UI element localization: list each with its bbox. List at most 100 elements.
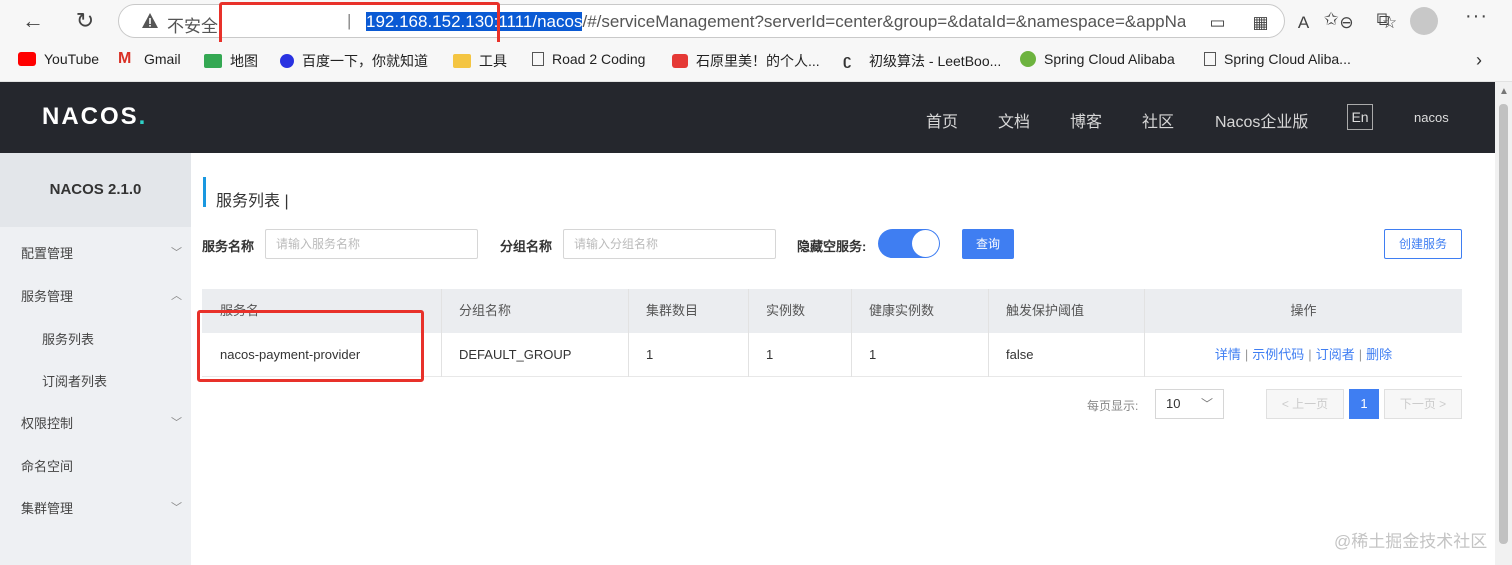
watermark: @稀土掘金技术社区 — [1334, 532, 1488, 551]
refresh-icon[interactable]: ↻ — [70, 6, 100, 36]
user-name[interactable]: nacos — [1414, 110, 1449, 125]
back-icon[interactable]: ← — [18, 6, 48, 36]
chevron-down-icon[interactable]: ﹀ — [171, 499, 182, 515]
site-icon — [672, 54, 688, 68]
cell-instances: 1 — [749, 333, 852, 377]
bookmark-maps[interactable]: 地图 — [204, 51, 258, 71]
sidebar-item-namespace[interactable]: 命名空间 — [21, 456, 73, 475]
create-service-button[interactable]: 创建服务 — [1384, 229, 1462, 259]
ops-separator: | — [1308, 347, 1312, 362]
chevron-up-icon[interactable]: ︿ — [171, 287, 182, 303]
sidebar-item-subscribers[interactable]: 订阅者列表 — [42, 371, 107, 390]
more-icon[interactable]: ··· — [1465, 5, 1488, 28]
sidebar-item-service[interactable]: 服务管理 — [21, 286, 73, 305]
service-name-label: 服务名称 — [202, 239, 255, 254]
bookmark-label: Gmail — [144, 51, 181, 67]
toggle-knob — [912, 230, 939, 257]
profile-avatar[interactable] — [1410, 7, 1438, 35]
vertical-scrollbar[interactable]: ▲ — [1495, 82, 1512, 565]
ops-separator: | — [1358, 347, 1363, 362]
scroll-up-icon[interactable]: ▲ — [1499, 86, 1509, 97]
chevron-down-icon: ﹀ — [1200, 397, 1213, 411]
subscribers-link[interactable]: 订阅者 — [1316, 347, 1355, 362]
chevron-down-icon[interactable]: ﹀ — [171, 244, 182, 260]
youtube-icon — [18, 52, 36, 66]
bookmark-label: 地图 — [230, 53, 258, 69]
bookmark-road2coding[interactable]: Road 2 Coding — [532, 51, 645, 67]
reader-view-icon[interactable]: ▭ — [1196, 13, 1239, 33]
maps-icon — [204, 54, 222, 68]
sidebar: NACOS 2.1.0 配置管理 ﹀ 服务管理 ︿ 服务列表 订阅者列表 权限控… — [0, 153, 191, 565]
prev-page-button[interactable]: < 上一页 — [1266, 389, 1344, 419]
version-title: NACOS 2.1.0 — [0, 153, 191, 227]
ops-separator: | — [1244, 347, 1249, 362]
nav-community[interactable]: 社区 — [1142, 108, 1174, 132]
favorites-icon[interactable]: ✩ — [1305, 9, 1357, 30]
header-instances: 实例数 — [749, 289, 852, 333]
gmail-icon: M — [118, 50, 132, 67]
detail-link[interactable]: 详情 — [1215, 347, 1241, 362]
bookmark-label: Spring Cloud Alibaba — [1044, 51, 1175, 67]
logo-text: NACOS — [42, 103, 139, 130]
bookmark-spring-cloud-2[interactable]: Spring Cloud Aliba... — [1204, 51, 1351, 67]
cell-healthy: 1 — [852, 333, 989, 377]
sidebar-item-config[interactable]: 配置管理 — [21, 243, 73, 262]
bookmark-label: 石原里美！的个人... — [696, 53, 820, 69]
header-threshold: 触发保护阈值 — [989, 289, 1145, 333]
service-name-input[interactable]: 请输入服务名称 — [265, 229, 478, 259]
per-page-label: 每页显示: — [1087, 399, 1139, 413]
chevron-down-icon[interactable]: ﹀ — [171, 414, 182, 430]
group-name-label: 分组名称 — [500, 239, 553, 254]
language-toggle[interactable]: En — [1347, 104, 1373, 130]
apps-icon[interactable]: ▦ — [1239, 13, 1282, 33]
browser-actions: ✩ ⧉ — [1305, 9, 1409, 30]
delete-link[interactable]: 删除 — [1366, 347, 1392, 362]
sidebar-item-service-list[interactable]: 服务列表 — [42, 329, 94, 348]
bookmarks-bar: YouTube M Gmail 地图 百度一下，你就知道 工具 Road 2 Co… — [0, 42, 1512, 82]
title-accent — [203, 177, 206, 207]
collections-icon[interactable]: ⧉ — [1357, 9, 1409, 30]
page-title: 服务列表 | — [216, 193, 289, 210]
cell-clusters: 1 — [629, 333, 749, 377]
scrollbar-thumb[interactable] — [1499, 104, 1508, 544]
per-page-value: 10 — [1166, 396, 1181, 411]
bookmark-label: Spring Cloud Aliba... — [1224, 51, 1351, 67]
header-group: 分组名称 — [442, 289, 629, 333]
bookmark-folder-tools[interactable]: 工具 — [453, 51, 507, 71]
sidebar-item-auth[interactable]: 权限控制 — [21, 413, 73, 432]
cell-threshold: false — [989, 333, 1145, 377]
nav-home[interactable]: 首页 — [926, 108, 958, 132]
query-button[interactable]: 查询 — [962, 229, 1014, 259]
baidu-icon — [280, 54, 294, 68]
bookmark-youtube[interactable]: YouTube — [18, 51, 99, 67]
page-icon — [1204, 52, 1216, 66]
spring-icon — [1020, 51, 1036, 67]
leetcode-icon: ʗ — [843, 52, 852, 69]
group-name-input[interactable]: 请输入分组名称 — [563, 229, 776, 259]
url-rest: /#/serviceManagement?serverId=center&gro… — [582, 12, 1186, 31]
bookmark-spring-cloud-1[interactable]: Spring Cloud Alibaba — [1020, 51, 1175, 67]
nav-docs[interactable]: 文档 — [998, 108, 1030, 132]
nacos-logo[interactable]: NACOS. — [42, 103, 147, 131]
current-page-button[interactable]: 1 — [1349, 389, 1379, 419]
nav-blog[interactable]: 博客 — [1070, 108, 1102, 132]
bookmark-label: 百度一下，你就知道 — [302, 53, 428, 69]
insecure-label: 不安全 — [167, 17, 218, 36]
chevron-right-icon[interactable]: › — [1476, 50, 1482, 71]
per-page-select[interactable]: 10 ﹀ — [1155, 389, 1224, 419]
bookmark-leetbook[interactable]: ʗ 初级算法 - LeetBoo... — [843, 51, 1001, 71]
bookmark-gmail[interactable]: M Gmail — [118, 50, 181, 68]
bookmark-blog[interactable]: 石原里美！的个人... — [672, 51, 820, 71]
hide-empty-toggle[interactable] — [878, 229, 940, 258]
hide-empty-label: 隐藏空服务: — [797, 239, 867, 254]
sample-code-link[interactable]: 示例代码 — [1252, 347, 1304, 362]
app-header: NACOS. 首页 文档 博客 社区 Nacos企业版 En nacos — [0, 82, 1495, 153]
next-page-button[interactable]: 下一页 > — [1384, 389, 1462, 419]
sidebar-item-cluster[interactable]: 集群管理 — [21, 498, 73, 517]
bookmark-label: Road 2 Coding — [552, 51, 646, 67]
bookmark-baidu[interactable]: 百度一下，你就知道 — [280, 51, 428, 71]
nav-enterprise[interactable]: Nacos企业版 — [1215, 108, 1308, 132]
header-healthy: 健康实例数 — [852, 289, 989, 333]
page-icon — [532, 52, 544, 66]
bookmark-label: 工具 — [479, 53, 507, 69]
